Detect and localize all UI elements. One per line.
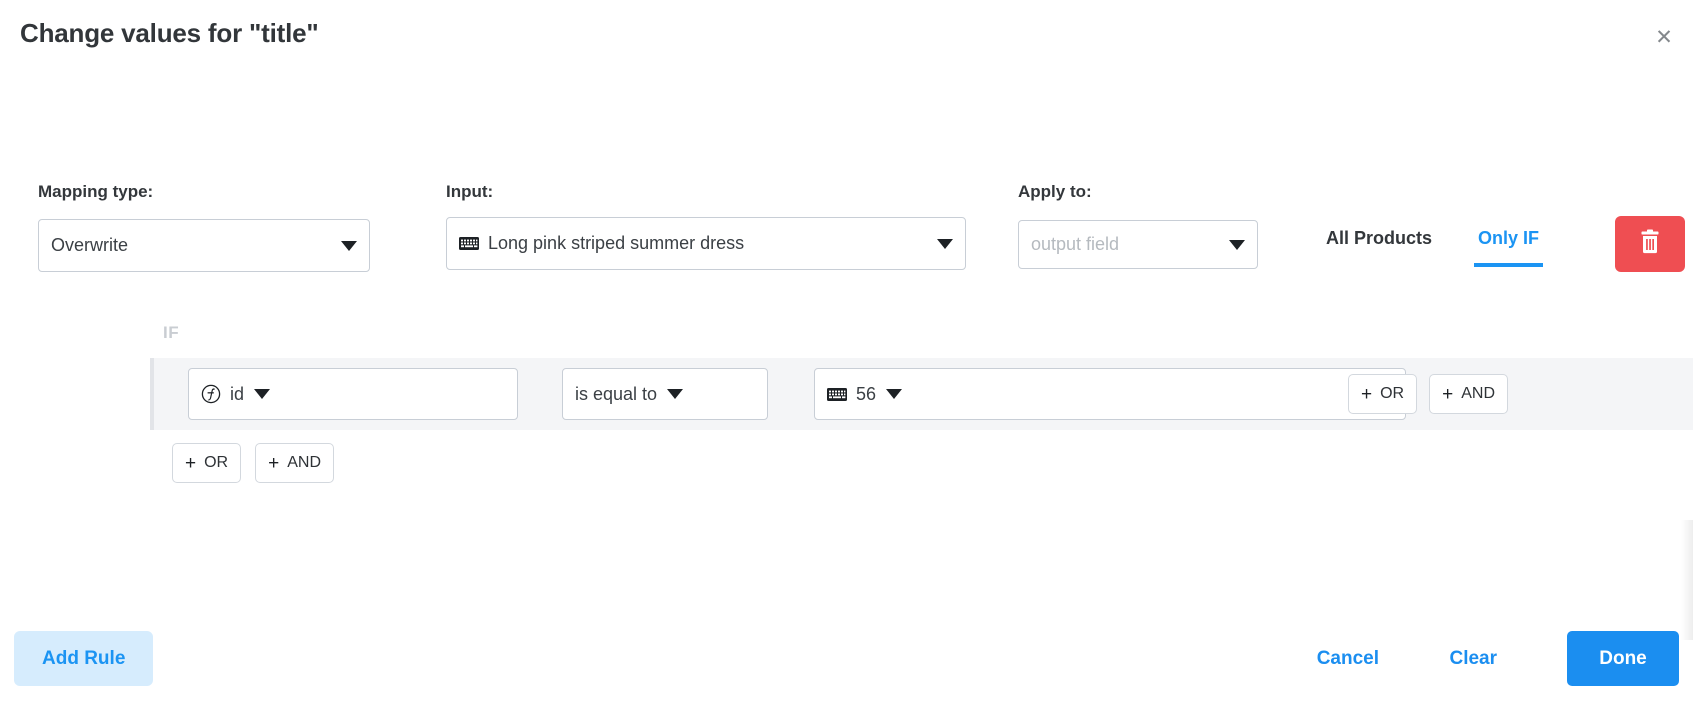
- mapping-type-label: Mapping type:: [38, 182, 153, 202]
- plus-icon: +: [1442, 385, 1453, 404]
- add-and-group-button[interactable]: + AND: [255, 443, 334, 483]
- clear-button[interactable]: Clear: [1449, 631, 1497, 686]
- plus-icon: +: [268, 454, 279, 473]
- function-icon: [201, 384, 221, 404]
- page-title: Change values for "title": [20, 18, 319, 49]
- condition-operator-value: is equal to: [575, 384, 657, 405]
- if-label: IF: [163, 323, 179, 343]
- group-logic-buttons: + OR + AND: [172, 443, 334, 483]
- input-select[interactable]: Long pink striped summer dress: [446, 217, 966, 270]
- chevron-down-icon: [886, 389, 902, 399]
- trash-icon: [1638, 229, 1662, 260]
- add-or-condition-button[interactable]: + OR: [1348, 374, 1417, 414]
- condition-value-select[interactable]: 56: [814, 368, 1406, 420]
- input-label: Input:: [446, 182, 493, 202]
- add-and-condition-button[interactable]: + AND: [1429, 374, 1508, 414]
- tab-all-products[interactable]: All Products: [1322, 218, 1436, 267]
- add-and-condition-label: AND: [1461, 385, 1495, 403]
- condition-field-select[interactable]: id: [188, 368, 518, 420]
- cancel-button[interactable]: Cancel: [1317, 631, 1379, 686]
- add-or-condition-label: OR: [1380, 385, 1404, 403]
- fields-row: Mapping type: Overwrite Input: Long: [0, 182, 1693, 292]
- chevron-down-icon: [667, 389, 683, 399]
- tab-only-if[interactable]: Only IF: [1474, 218, 1543, 267]
- keyboard-icon: [459, 236, 479, 251]
- add-rule-button[interactable]: Add Rule: [14, 631, 153, 686]
- condition-field-value: id: [230, 384, 244, 405]
- modal-footer: Add Rule Cancel Clear Done: [0, 631, 1693, 711]
- add-and-group-label: AND: [287, 454, 321, 472]
- plus-icon: +: [185, 454, 196, 473]
- done-button[interactable]: Done: [1567, 631, 1679, 686]
- keyboard-icon: [827, 387, 847, 402]
- chevron-down-icon: [341, 241, 357, 251]
- scrollbar[interactable]: [1681, 520, 1693, 640]
- condition-logic-buttons: + OR + AND: [1348, 374, 1508, 414]
- apply-to-label: Apply to:: [1018, 182, 1092, 202]
- delete-mapping-button[interactable]: [1615, 216, 1685, 272]
- condition-row: id is equal to 56: [150, 358, 1693, 430]
- apply-to-placeholder: output field: [1031, 234, 1219, 255]
- scope-tabs: All Products Only IF: [1322, 218, 1543, 274]
- mapping-type-value: Overwrite: [51, 235, 331, 256]
- chevron-down-icon: [254, 389, 270, 399]
- mapping-type-select[interactable]: Overwrite: [38, 219, 370, 272]
- condition-value-text: 56: [856, 384, 876, 405]
- plus-icon: +: [1361, 385, 1372, 404]
- add-or-group-button[interactable]: + OR: [172, 443, 241, 483]
- chevron-down-icon: [937, 239, 953, 249]
- add-or-group-label: OR: [204, 454, 228, 472]
- input-value: Long pink striped summer dress: [488, 233, 927, 254]
- apply-to-select[interactable]: output field: [1018, 220, 1258, 269]
- close-icon[interactable]: ✕: [1649, 22, 1679, 52]
- condition-operator-select[interactable]: is equal to: [562, 368, 768, 420]
- modal-header: Change values for "title" ✕: [0, 0, 1693, 76]
- chevron-down-icon: [1229, 240, 1245, 250]
